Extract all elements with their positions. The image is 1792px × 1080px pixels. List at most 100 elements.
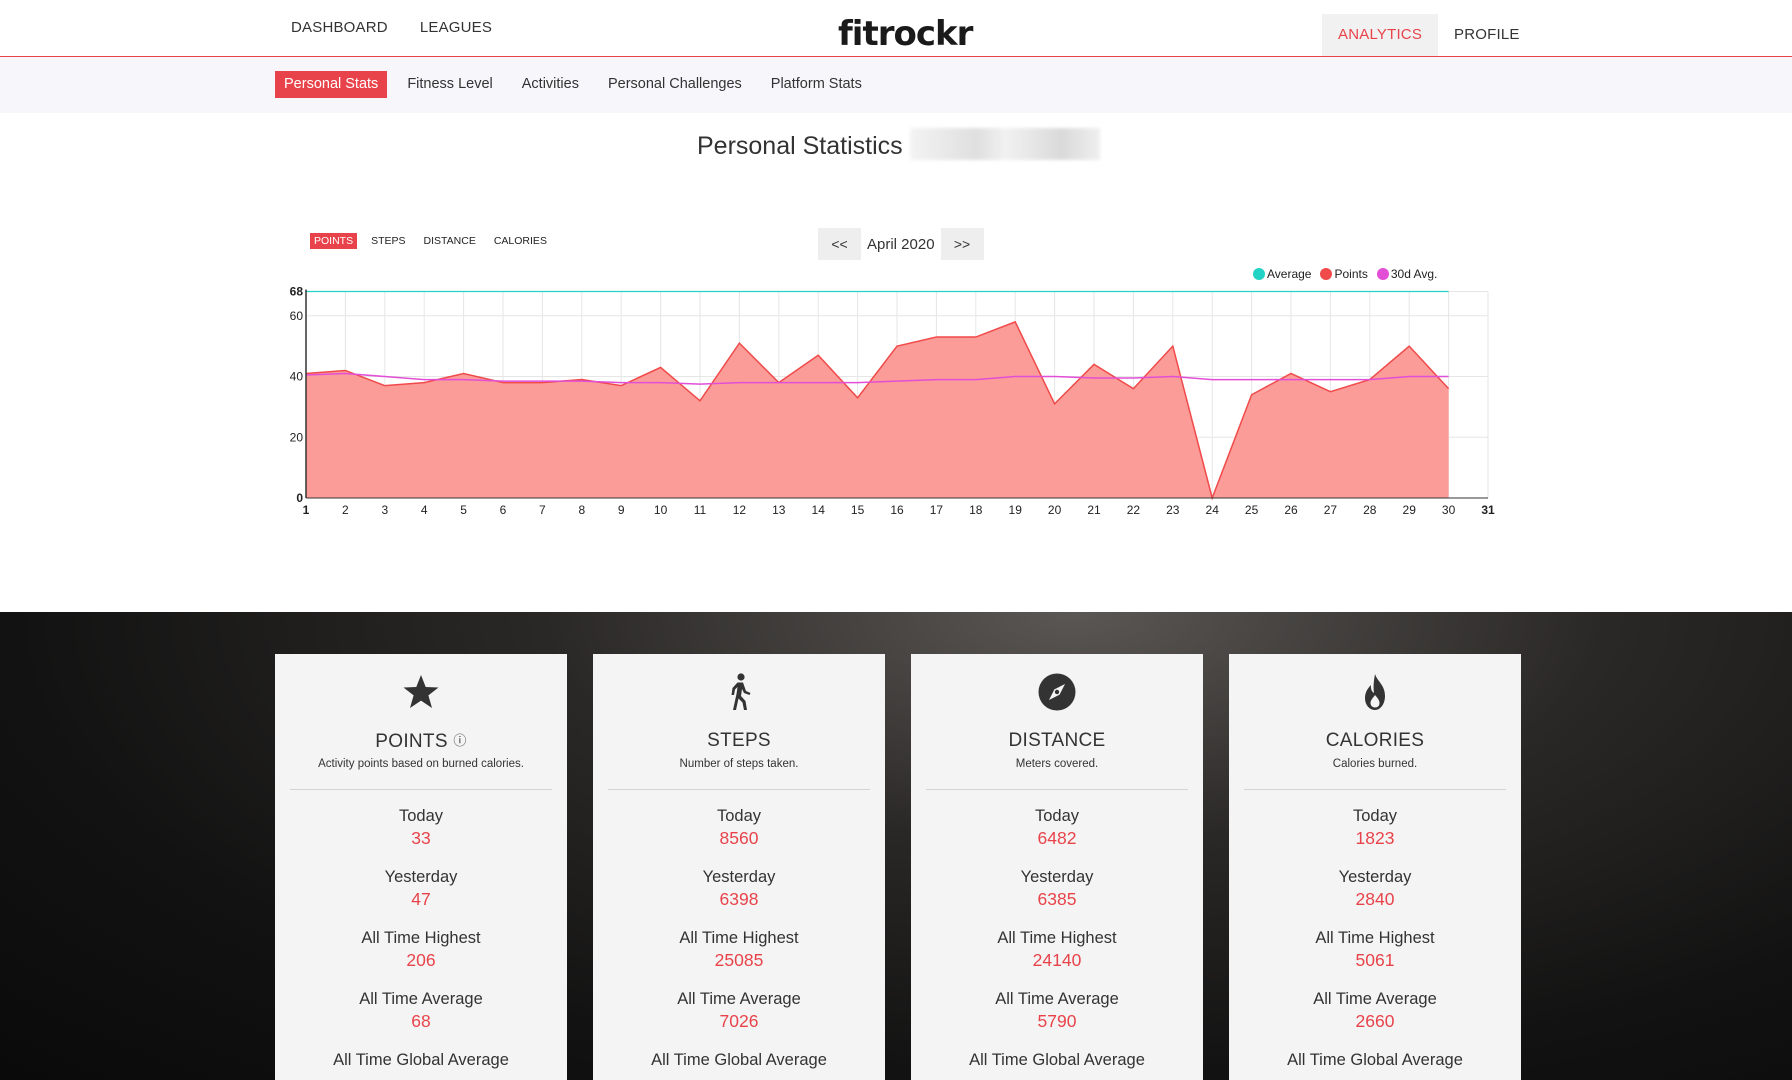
stat-label: Yesterday — [1020, 868, 1094, 886]
nav-right: ANALYTICS PROFILE — [1322, 0, 1536, 56]
card-divider — [608, 789, 870, 790]
card-title: POINTS ⓘ — [275, 730, 567, 753]
legend-30d-avg-label: 30d Avg. — [1390, 267, 1438, 281]
nav-profile[interactable]: PROFILE — [1438, 0, 1536, 56]
x-tick-label: 27 — [1324, 503, 1338, 517]
stat-label: All Time Average — [995, 990, 1119, 1008]
stat-block: Yesterday 6398 — [593, 867, 885, 911]
stat-block: Today 8560 — [593, 806, 885, 850]
x-tick-label: 4 — [421, 503, 428, 517]
stat-value: 7026 — [719, 1011, 759, 1031]
stat-value: 2660 — [1355, 1011, 1395, 1031]
stats-background — [0, 612, 1792, 1080]
stat-label: All Time Global Average — [333, 1051, 509, 1069]
card-divider — [926, 789, 1188, 790]
x-tick-label: 31 — [1481, 503, 1495, 517]
x-tick-label: 22 — [1127, 503, 1141, 517]
stat-block: Today 6482 — [911, 806, 1203, 850]
card-title: STEPS — [707, 730, 771, 751]
stat-block: All Time Average 2660 — [1229, 989, 1521, 1033]
y-tick-label: 68 — [290, 285, 304, 299]
chart-tab-calories[interactable]: CALORIES — [490, 233, 551, 249]
x-tick-label: 25 — [1245, 503, 1259, 517]
x-tick-label: 26 — [1284, 503, 1298, 517]
stat-block: Yesterday 2840 — [1229, 867, 1521, 911]
steps-card: STEPS Number of steps taken. Today 8560 Ye… — [593, 654, 885, 1080]
chart-metric-tabs: POINTS STEPS DISTANCE CALORIES — [310, 233, 561, 249]
app-logo[interactable]: fitrockr — [838, 14, 973, 54]
x-tick-label: 20 — [1048, 503, 1062, 517]
nav-left: DASHBOARD LEAGUES — [275, 0, 508, 56]
stat-label: All Time Highest — [361, 929, 481, 947]
tab-personal-stats[interactable]: Personal Stats — [275, 71, 388, 98]
stat-value: 6482 — [1037, 828, 1077, 848]
stat-label: All Time Average — [677, 990, 801, 1008]
stat-value: 2840 — [1355, 889, 1395, 909]
card-description: Meters covered. — [1015, 758, 1099, 770]
tab-platform-stats[interactable]: Platform Stats — [762, 71, 871, 98]
stat-block: All Time Global Average — [1229, 1050, 1521, 1070]
x-tick-label: 13 — [772, 503, 786, 517]
stat-block: All Time Highest 206 — [275, 928, 567, 972]
stat-value: 25085 — [714, 950, 764, 970]
tab-fitness-level[interactable]: Fitness Level — [398, 71, 501, 98]
prev-month-button[interactable]: << — [818, 228, 861, 260]
distance-card: DISTANCE Meters covered. Today 6482 Yester… — [911, 654, 1203, 1080]
legend-30d-avg[interactable]: 30d Avg. — [1376, 267, 1438, 281]
info-icon[interactable]: ⓘ — [453, 733, 466, 748]
stat-block: All Time Average 68 — [275, 989, 567, 1033]
stat-block: All Time Global Average — [275, 1050, 567, 1070]
legend-points-swatch — [1320, 268, 1333, 280]
x-tick-label: 5 — [460, 503, 467, 517]
stat-value: 206 — [406, 950, 436, 970]
chart-tab-points[interactable]: POINTS — [310, 233, 358, 249]
stat-value: 5061 — [1355, 950, 1395, 970]
next-month-button[interactable]: >> — [940, 228, 984, 260]
stat-label: All Time Highest — [1315, 929, 1435, 947]
legend-average[interactable]: Average — [1253, 267, 1311, 281]
nav-dashboard[interactable]: DASHBOARD — [275, 0, 404, 56]
tab-personal-challenges[interactable]: Personal Challenges — [599, 71, 751, 98]
chart-tab-distance[interactable]: DISTANCE — [420, 233, 480, 249]
y-tick-label: 60 — [290, 309, 304, 323]
stat-label: Today — [716, 807, 762, 825]
redacted-username — [910, 128, 1100, 160]
nav-analytics[interactable]: ANALYTICS — [1322, 14, 1439, 56]
stat-block: All Time Highest 5061 — [1229, 928, 1521, 972]
stat-label: All Time Highest — [997, 929, 1117, 947]
stat-value: 47 — [411, 889, 431, 909]
x-tick-label: 21 — [1087, 503, 1101, 517]
stat-value: 5790 — [1037, 1011, 1077, 1031]
stat-label: All Time Average — [359, 990, 483, 1008]
points-area-fill — [306, 321, 1449, 498]
stat-label: Yesterday — [702, 868, 776, 886]
card-title-text: POINTS — [375, 731, 448, 752]
x-tick-label: 11 — [694, 503, 707, 517]
chart-legend: Average Points 30d Avg. — [1253, 267, 1446, 281]
legend-points[interactable]: Points — [1320, 267, 1368, 281]
x-tick-label: 23 — [1166, 503, 1180, 517]
chart-tab-steps[interactable]: STEPS — [367, 233, 409, 249]
legend-30d-avg-swatch — [1376, 268, 1389, 280]
flame-icon — [1365, 674, 1385, 710]
tab-activities[interactable]: Activities — [513, 71, 588, 98]
stat-value: 1823 — [1355, 828, 1395, 848]
stat-block: All Time Average 5790 — [911, 989, 1203, 1033]
stat-block: All Time Global Average — [593, 1050, 885, 1070]
nav-leagues[interactable]: LEAGUES — [404, 0, 508, 56]
x-tick-label: 28 — [1363, 503, 1377, 517]
card-description: Calories burned. — [1332, 758, 1418, 770]
stat-label: All Time Global Average — [969, 1051, 1145, 1069]
x-tick-label: 14 — [812, 503, 826, 517]
y-tick-label: 20 — [290, 430, 304, 444]
stat-label: All Time Average — [1313, 990, 1437, 1008]
stat-label: All Time Global Average — [1287, 1051, 1463, 1069]
stat-value: 24140 — [1032, 950, 1082, 970]
x-tick-label: 2 — [342, 503, 349, 517]
card-title: DISTANCE — [1008, 730, 1106, 751]
points-card: POINTS ⓘ Activity points based on burned… — [275, 654, 567, 1080]
stat-value: 68 — [411, 1011, 431, 1031]
x-tick-label: 10 — [654, 503, 668, 517]
stat-value: 6385 — [1037, 889, 1077, 909]
stat-label: All Time Global Average — [651, 1051, 827, 1069]
